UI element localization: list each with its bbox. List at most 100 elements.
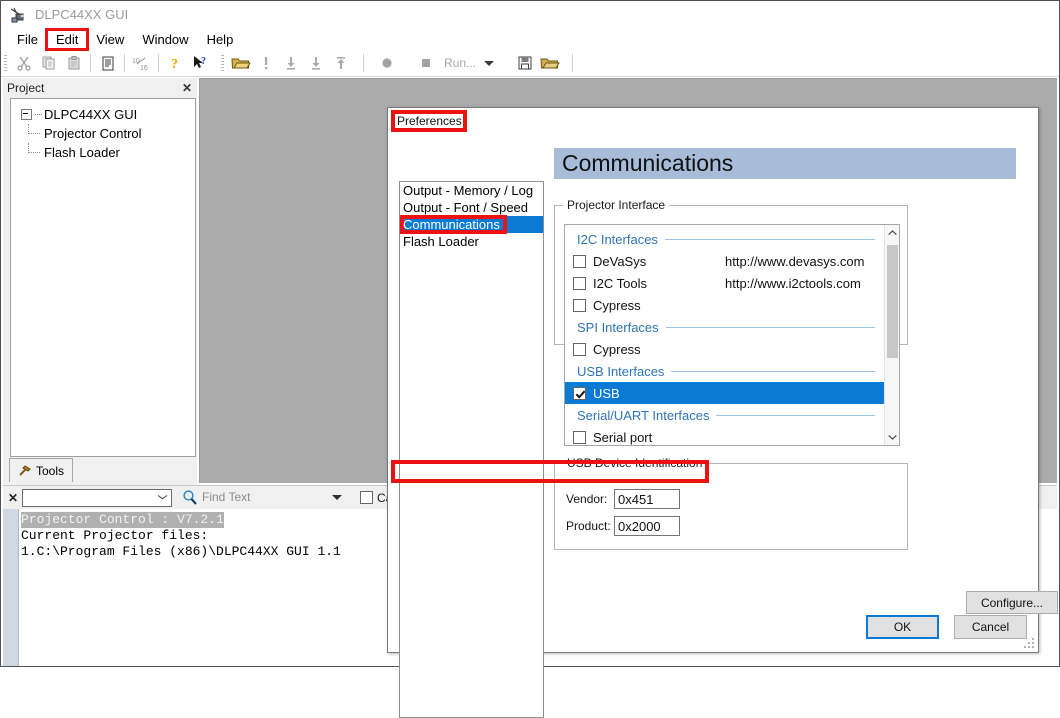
- toolbar-separator-4: [363, 54, 364, 72]
- menu-file[interactable]: File: [8, 30, 47, 49]
- menu-bar: File Edit View Window Help: [1, 28, 1059, 50]
- vendor-input[interactable]: 0x451: [614, 489, 680, 509]
- usb-device-identification-legend: USB Device Identification: [563, 456, 706, 470]
- chevron-down-icon[interactable]: [332, 495, 342, 500]
- preferences-category-list[interactable]: Output - Memory / Log Output - Font / Sp…: [399, 181, 544, 718]
- find-text-label: Find Text: [202, 492, 322, 503]
- context-help-icon[interactable]: ?: [188, 51, 213, 75]
- toolbar-grip-1[interactable]: [4, 55, 7, 72]
- usb-checkbox[interactable]: [573, 387, 586, 400]
- interface-row-cypress-i2c[interactable]: Cypress: [565, 294, 885, 316]
- find-combo-input[interactable]: [22, 489, 172, 507]
- output-line: 1.C:\Program Files (x86)\DLPC44XX GUI 1.…: [21, 544, 341, 559]
- cancel-button[interactable]: Cancel: [954, 615, 1027, 639]
- chevron-down-icon[interactable]: [885, 429, 900, 445]
- interface-list[interactable]: I2C Interfaces DeVaSys http://www.devasy…: [564, 224, 900, 446]
- close-icon[interactable]: ✕: [6, 491, 20, 505]
- projector-interface-legend: Projector Interface: [563, 198, 669, 212]
- toolbar-separator-3: [158, 54, 159, 72]
- copy-icon[interactable]: [36, 51, 61, 75]
- stop-icon[interactable]: [413, 51, 438, 75]
- title-bar: DLPC44XX GUI: [1, 1, 1059, 28]
- application-window: DLPC44XX GUI File Edit View Window Help: [0, 0, 1060, 667]
- serial-port-checkbox[interactable]: [573, 431, 586, 444]
- ok-button[interactable]: OK: [866, 615, 939, 639]
- section-rule: [665, 239, 875, 240]
- interface-row-usb[interactable]: USB: [565, 382, 893, 404]
- toolbar-grip-2[interactable]: [221, 55, 224, 72]
- run-dropdown[interactable]: Run...: [438, 56, 502, 70]
- cut-icon[interactable]: [11, 51, 36, 75]
- project-panel: Project ✕ DLPC44XX GUI Projector Control…: [3, 78, 197, 485]
- menu-edit[interactable]: Edit: [47, 30, 87, 49]
- tree-node-projector-control[interactable]: Projector Control: [11, 124, 195, 143]
- configure-button[interactable]: Configure...: [966, 591, 1058, 614]
- interface-label: Serial port: [593, 430, 652, 445]
- category-communications[interactable]: Communications: [400, 216, 543, 233]
- cypress-i2c-checkbox[interactable]: [573, 299, 586, 312]
- interface-row-cypress-spi[interactable]: Cypress: [565, 338, 885, 360]
- cypress-spi-checkbox[interactable]: [573, 343, 586, 356]
- vendor-label: Vendor:: [566, 492, 614, 506]
- menu-view[interactable]: View: [87, 30, 133, 49]
- open-folder-icon[interactable]: [228, 51, 253, 75]
- project-panel-title: Project: [7, 81, 44, 95]
- help-icon[interactable]: ?: [163, 51, 188, 75]
- properties-icon[interactable]: [95, 51, 120, 75]
- resize-grip[interactable]: [1023, 637, 1035, 649]
- download-all-icon[interactable]: [303, 51, 328, 75]
- tree-node-flash-loader[interactable]: Flash Loader: [11, 143, 195, 162]
- paste-icon[interactable]: [61, 51, 86, 75]
- search-icon[interactable]: [181, 489, 199, 507]
- category-flash-loader[interactable]: Flash Loader: [400, 233, 543, 250]
- interface-list-scrollbar[interactable]: [884, 225, 899, 445]
- toolbar: 10 16 ? ?: [1, 50, 1059, 77]
- toolbar-separator-5: [572, 54, 573, 72]
- tab-tools[interactable]: Tools: [9, 458, 73, 482]
- upload-icon[interactable]: [328, 51, 353, 75]
- section-label: SPI Interfaces: [577, 320, 666, 335]
- exclamation-icon[interactable]: [253, 51, 278, 75]
- close-icon[interactable]: ✕: [182, 82, 192, 94]
- category-output-memory-log[interactable]: Output - Memory / Log: [400, 182, 543, 199]
- interface-row-devasys[interactable]: DeVaSys http://www.devasys.com: [565, 250, 885, 272]
- output-line: Current Projector files:: [21, 528, 208, 543]
- case-checkbox[interactable]: [360, 491, 373, 504]
- section-serial-uart-interfaces: Serial/UART Interfaces: [565, 404, 885, 426]
- chevron-up-icon[interactable]: [885, 225, 900, 241]
- tree-connector: [28, 143, 44, 162]
- open-project-icon[interactable]: [537, 51, 562, 75]
- interface-label: USB: [593, 386, 620, 401]
- download-icon[interactable]: [278, 51, 303, 75]
- product-field-row: Product: 0x2000: [566, 516, 680, 536]
- category-label: Communications: [403, 217, 500, 232]
- tree-root-label: DLPC44XX GUI: [44, 107, 137, 122]
- output-gutter: [3, 509, 19, 666]
- menu-window[interactable]: Window: [133, 30, 197, 49]
- section-label: USB Interfaces: [577, 364, 671, 379]
- percent-icon[interactable]: 10 16: [129, 51, 154, 75]
- i2c-tools-checkbox[interactable]: [573, 277, 586, 290]
- interface-row-i2c-tools[interactable]: I2C Tools http://www.i2ctools.com: [565, 272, 885, 294]
- product-input[interactable]: 0x2000: [614, 516, 680, 536]
- section-usb-interfaces: USB Interfaces: [565, 360, 885, 382]
- menu-help[interactable]: Help: [198, 30, 243, 49]
- section-label: I2C Interfaces: [577, 232, 665, 247]
- interface-row-serial-port[interactable]: Serial port: [565, 426, 885, 446]
- collapse-icon[interactable]: [21, 109, 32, 120]
- scrollbar-thumb[interactable]: [887, 245, 898, 358]
- tab-tools-label: Tools: [36, 464, 64, 478]
- vendor-field-row: Vendor: 0x451: [566, 489, 680, 509]
- chevron-down-icon: [484, 61, 494, 66]
- interface-url: http://www.i2ctools.com: [725, 276, 861, 291]
- tree-node-root[interactable]: DLPC44XX GUI: [11, 105, 195, 124]
- save-icon[interactable]: [512, 51, 537, 75]
- category-output-font-speed[interactable]: Output - Font / Speed: [400, 199, 543, 216]
- page-title: Communications: [554, 148, 1016, 179]
- interface-label: Cypress: [593, 298, 641, 313]
- section-rule: [666, 327, 875, 328]
- section-i2c-interfaces: I2C Interfaces: [565, 228, 885, 250]
- interface-label: DeVaSys: [593, 254, 646, 269]
- devasys-checkbox[interactable]: [573, 255, 586, 268]
- record-icon[interactable]: [374, 51, 399, 75]
